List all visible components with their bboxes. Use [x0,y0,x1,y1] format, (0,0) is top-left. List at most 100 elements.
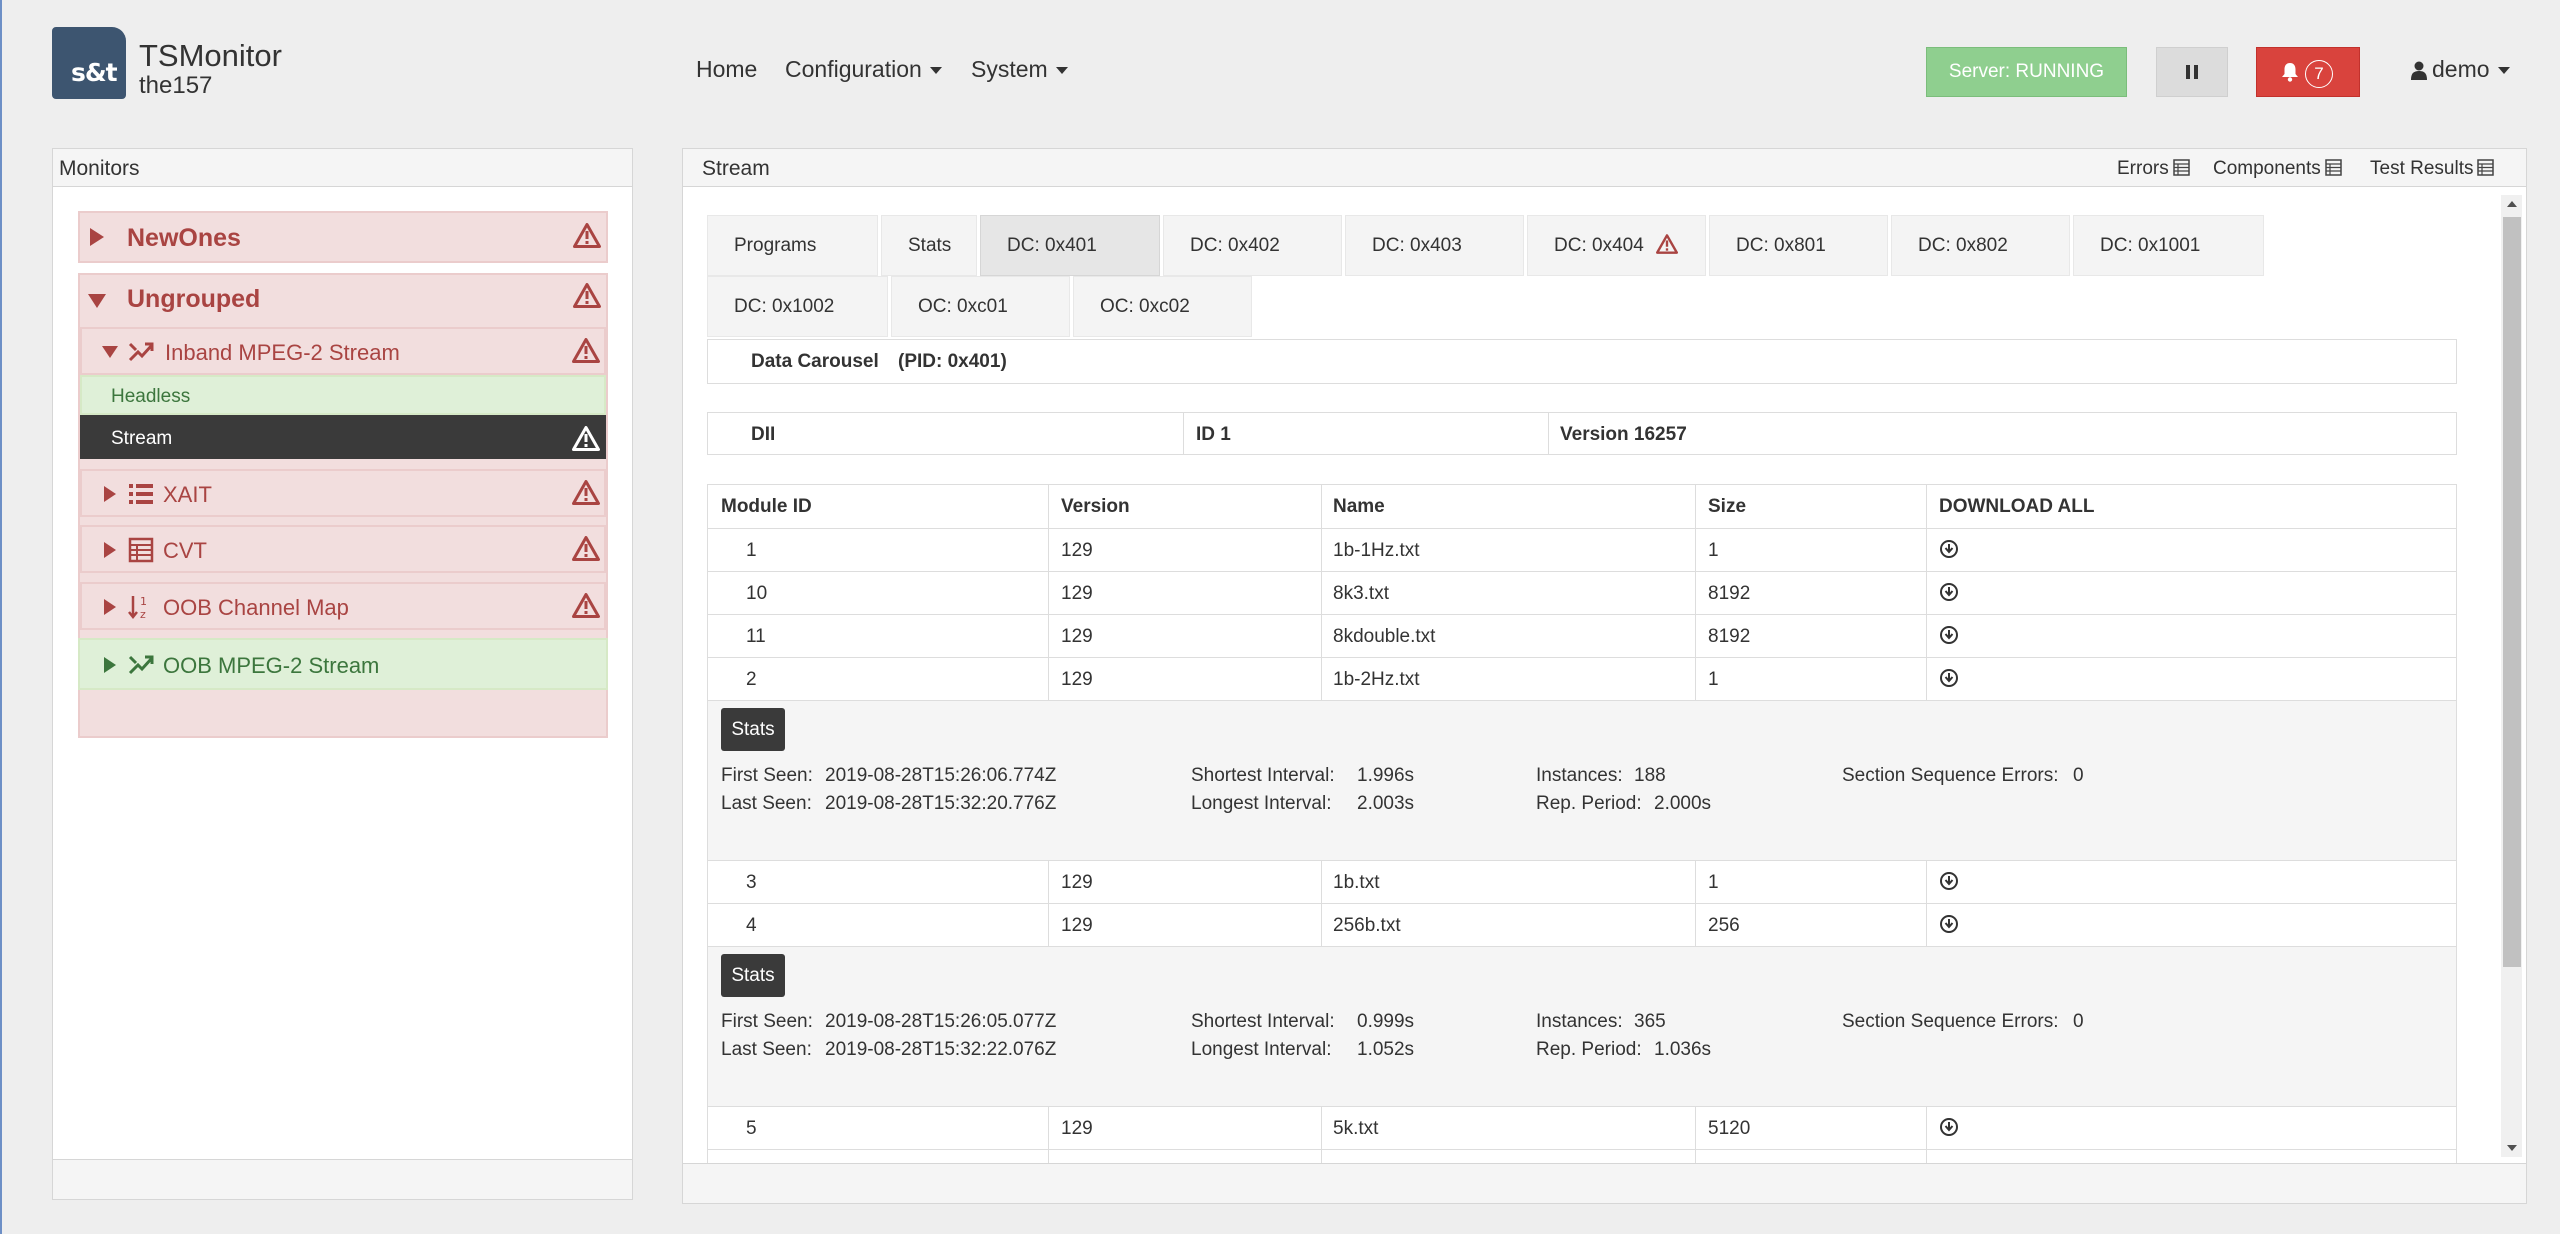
scroll-down-icon[interactable] [2507,1145,2517,1151]
module-name: 8kdouble.txt [1333,626,1436,647]
tab-oc-0xc01[interactable]: OC: 0xc01 [891,276,1070,337]
brand-logo[interactable]: s&t [52,27,126,99]
caret-right-icon [104,486,116,502]
monitor-inband-mpeg2-stream[interactable]: Inband MPEG-2 Stream [80,327,606,375]
server-status-button[interactable]: Server: RUNNING [1926,47,2127,97]
sort-numeric-icon [127,594,155,620]
download-icon[interactable] [1939,539,1959,559]
table-row[interactable]: 3 129 1b.txt 1 [708,860,2456,903]
download-all-link[interactable]: DOWNLOAD ALL [1939,496,2095,518]
tab-dc-0x1001[interactable]: DC: 0x1001 [2073,215,2264,276]
tab-dc-0x402[interactable]: DC: 0x402 [1163,215,1342,276]
scroll-up-icon[interactable] [2507,201,2517,207]
monitor-headless[interactable]: Headless [80,375,606,415]
module-name: 1b.txt [1333,872,1380,893]
monitors-panel: Monitors NewOnes Ungrouped Inband MPEG-2… [52,148,633,1200]
vertical-scrollbar[interactable] [2501,195,2522,1157]
table-row[interactable] [708,1149,2456,1164]
download-icon[interactable] [1939,668,1959,688]
warning-icon [573,283,601,308]
components-link[interactable]: Components [2213,158,2342,180]
tab-stats[interactable]: Stats [881,215,977,276]
modules-table: Module ID Version Name Size DOWNLOAD ALL… [707,484,2457,1164]
tab-label: DC: 0x801 [1736,235,1826,256]
download-icon[interactable] [1939,1117,1959,1137]
test-results-link[interactable]: Test Results [2370,158,2494,180]
tab-dc-0x802[interactable]: DC: 0x802 [1891,215,2070,276]
stream-title: Stream [702,157,770,180]
first-seen-label: First Seen: [721,765,813,786]
section-sequence-errors-value: 0 [2073,765,2084,786]
caret-right-icon [90,228,104,246]
download-icon[interactable] [1939,582,1959,602]
table-row[interactable]: 2 129 1b-2Hz.txt 1 [708,657,2456,700]
table-row[interactable]: 10 129 8k3.txt 8192 [708,571,2456,614]
list-icon [127,481,155,507]
module-name: 5k.txt [1333,1118,1379,1139]
nav-system[interactable]: System [971,56,1068,83]
nav-home[interactable]: Home [696,56,757,83]
tab-programs[interactable]: Programs [707,215,878,276]
nav-home-label: Home [696,56,758,82]
monitor-oob-channel-map[interactable]: OOB Channel Map [80,582,606,630]
tab-dc-0x801[interactable]: DC: 0x801 [1709,215,1888,276]
stream-icon [127,339,155,365]
table-row[interactable]: 4 129 256b.txt 256 [708,903,2456,946]
monitor-xait[interactable]: XAIT [80,469,606,517]
longest-interval-value: 2.003s [1357,793,1415,814]
alerts-button[interactable]: 7 [2256,47,2360,97]
user-menu[interactable]: demo [2410,56,2510,83]
shortest-interval-label: Shortest Interval: [1191,1011,1335,1032]
shortest-interval-value: 0.999s [1357,1011,1415,1032]
chevron-down-icon [1055,67,1068,75]
download-icon[interactable] [1939,871,1959,891]
tab-label: DC: 0x404 [1554,235,1644,256]
module-id: 3 [746,872,757,893]
components-link-label: Components [2213,158,2321,179]
table-row[interactable]: 5 129 5k.txt 5120 [708,1106,2456,1149]
module-id: 10 [746,583,768,604]
tab-label: DC: 0x402 [1190,235,1280,256]
longest-interval-value: 1.052s [1357,1039,1415,1060]
monitors-title: Monitors [59,157,140,180]
caret-right-icon [104,542,116,558]
errors-link[interactable]: Errors [2117,158,2190,180]
dii-version: Version 16257 [1560,424,1687,445]
tab-dc-0x401[interactable]: DC: 0x401 [980,215,1160,276]
app-subtitle: the157 [139,72,213,99]
download-icon[interactable] [1939,625,1959,645]
tab-dc-0x1002[interactable]: DC: 0x1002 [707,276,888,337]
table-icon [127,537,155,563]
nav-system-label: System [971,56,1048,82]
nav-configuration[interactable]: Configuration [785,56,942,83]
module-version: 129 [1061,583,1093,604]
tab-dc-0x404[interactable]: DC: 0x404 [1527,215,1706,276]
warning-icon [573,223,601,248]
module-name: 1b-2Hz.txt [1333,669,1420,690]
module-name: 1b-1Hz.txt [1333,540,1420,561]
scrollbar-thumb[interactable] [2503,217,2521,967]
stream-panel-header: Stream Errors Components Test Results [683,149,2526,187]
module-size: 1 [1708,540,1719,561]
warning-icon [572,426,600,451]
tab-dc-0x403[interactable]: DC: 0x403 [1345,215,1524,276]
caret-right-icon [104,599,116,615]
table-row[interactable]: 11 129 8kdouble.txt 8192 [708,614,2456,657]
monitor-cvt[interactable]: CVT [80,525,606,573]
monitor-stream[interactable]: Stream [80,415,606,459]
table-row[interactable]: 1 129 1b-1Hz.txt 1 [708,528,2456,571]
warning-icon [1656,234,1678,254]
module-id: 11 [746,626,766,647]
download-icon[interactable] [1939,914,1959,934]
stats-button[interactable]: Stats [721,954,785,997]
stats-button[interactable]: Stats [721,708,785,751]
stream-icon [127,652,155,678]
monitor-group-newones[interactable]: NewOnes [78,211,608,263]
tab-oc-0xc02[interactable]: OC: 0xc02 [1073,276,1252,337]
shortest-interval-label: Shortest Interval: [1191,765,1335,786]
pause-button[interactable] [2156,47,2228,97]
first-seen-value: 2019-08-28T15:26:05.077Z [825,1011,1057,1032]
module-size: 8192 [1708,583,1751,604]
carousel-pid: (PID: 0x401) [898,351,1007,372]
monitor-oob-mpeg2-stream[interactable]: OOB MPEG-2 Stream [78,638,608,690]
